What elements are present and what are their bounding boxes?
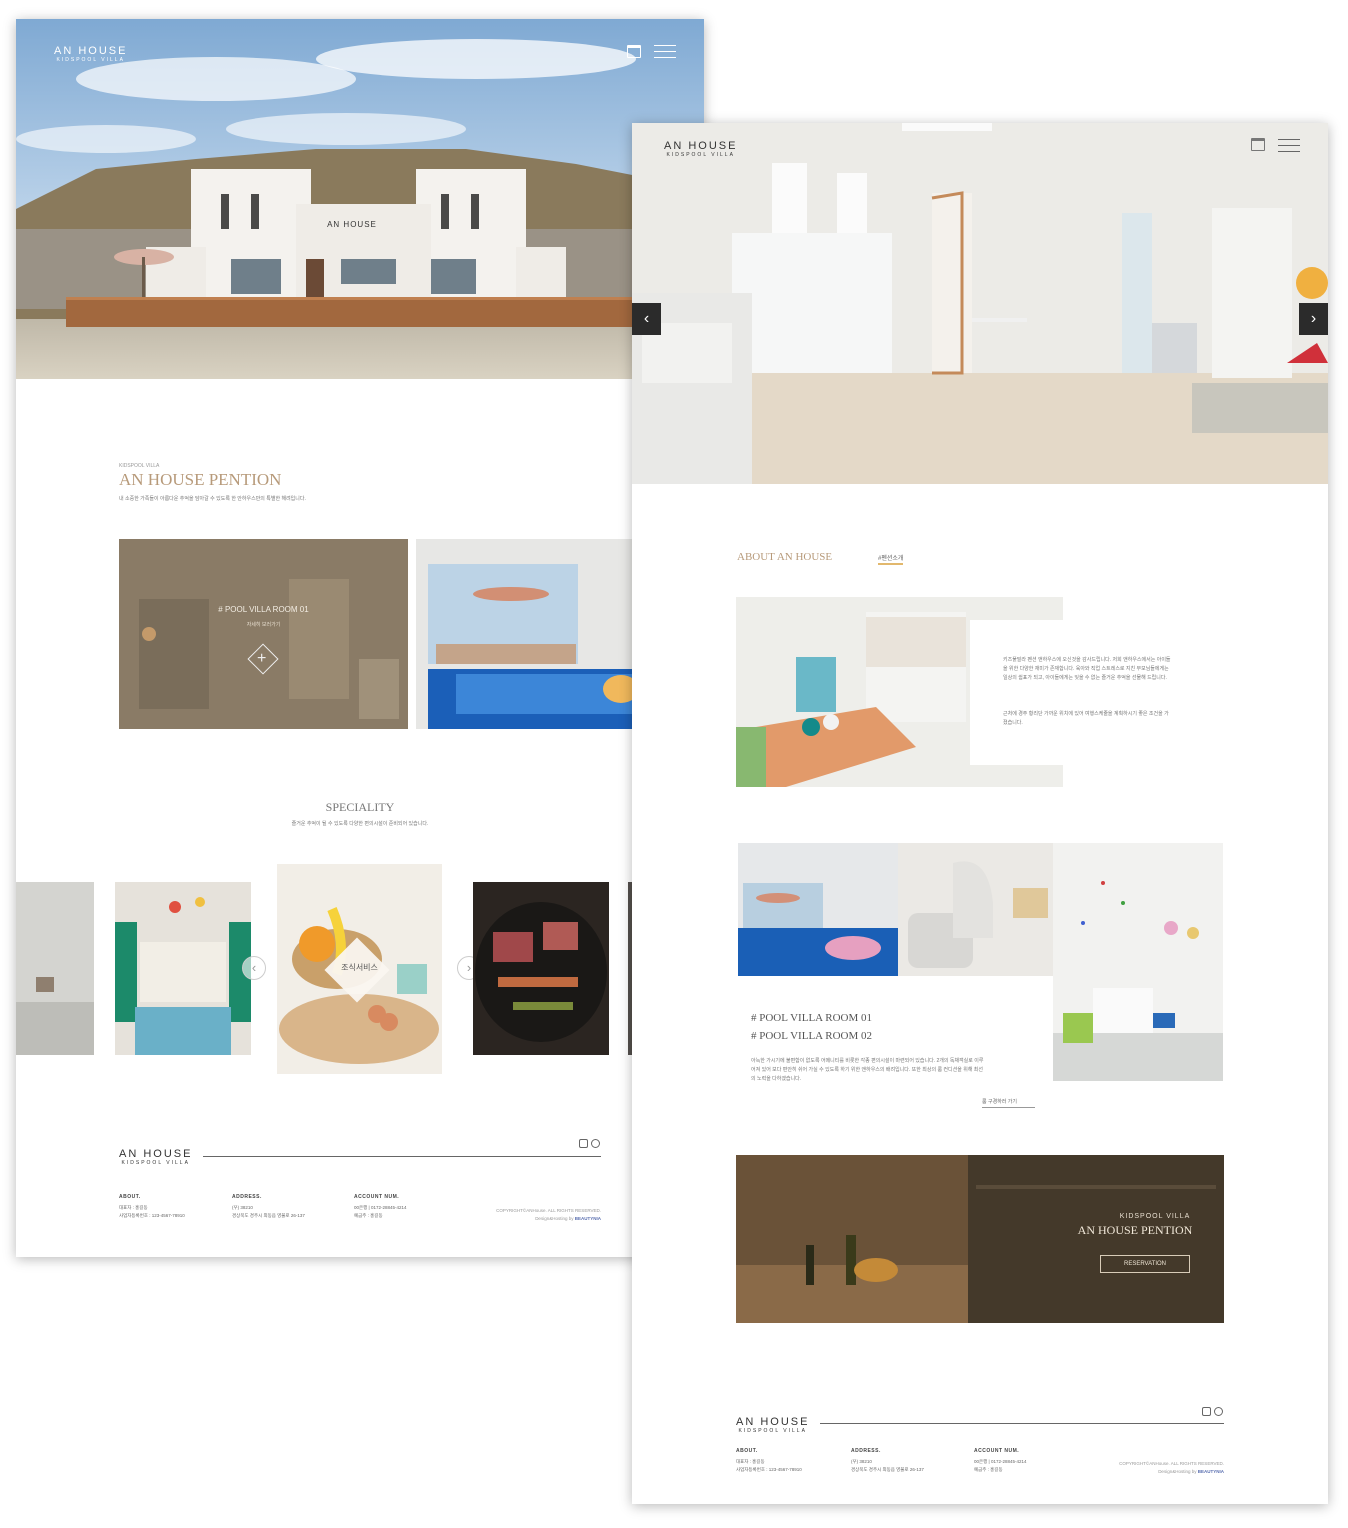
hero-image: AN HOUSE	[16, 19, 704, 379]
main-logo[interactable]: AN HOUSE KIDSPOOL VILLA	[54, 45, 127, 63]
design-brand: BEAUTYNIA	[574, 1216, 601, 1221]
copyright-text: COPYRIGHT©ANHouse. ALL RIGHTS RESERVED.	[496, 1208, 601, 1213]
hero-next-arrow-icon[interactable]: ›	[1299, 303, 1328, 335]
slider-prev-icon[interactable]: ‹	[242, 956, 266, 980]
instagram-icon[interactable]	[1202, 1407, 1211, 1416]
banner-title: AN HOUSE PENTION	[1077, 1223, 1193, 1237]
main-page-screenshot: AN HOUSE AN HOUSE KIDSPOOL VILLA KIDSPOO…	[16, 19, 704, 1257]
sub-footer-account: ACCOUNT NUM. 00은행 | 0172-28845-4214 예금주 …	[974, 1448, 1027, 1474]
sub-footer-copyright: COPYRIGHT©ANHouse. ALL RIGHTS RESERVED. …	[1056, 1460, 1224, 1476]
about-paragraph-2: 근처에 경주 황리단 가까운 위치에 있어 여행스케줄을 계획하시기 좋은 조건…	[1003, 711, 1169, 726]
speciality-slide-bbq[interactable]	[473, 882, 609, 1055]
footer-about: ABOUT. 대표자 : 홍길동 사업자등록번호 : 123-4567-7891…	[119, 1194, 185, 1220]
sub-footer-logo-tagline: KIDSPOOL VILLA	[738, 1428, 807, 1434]
sub-footer-about: ABOUT. 대표자 : 홍길동 사업자등록번호 : 123-4567-7891…	[736, 1448, 802, 1474]
rooms-more-link[interactable]: 룸 구경하러 가기	[982, 1098, 1035, 1108]
footer-account-line: 00은행 | 0172-28845-4214	[354, 1205, 407, 1210]
about-paragraph-1: 키즈풀빌라 펜션 앤하우스에 오신것을 감사드립니다. 저희 앤하우스에서는 아…	[1003, 657, 1171, 681]
facebook-icon[interactable]	[1214, 1407, 1223, 1416]
footer-about-line: 사업자등록번호 : 123-4567-78910	[119, 1213, 185, 1218]
footer-address-line: 경상북도 경주시 외동읍 영불로 26-137	[232, 1213, 305, 1218]
copyright-text: COPYRIGHT©ANHouse. ALL RIGHTS RESERVED.	[1119, 1461, 1224, 1466]
room-card-photo	[119, 539, 408, 729]
about-text-card: 키즈풀빌라 펜션 앤하우스에 오신것을 감사드립니다. 저희 앤하우스에서는 아…	[970, 620, 1192, 765]
logo-tagline: KIDSPOOL VILLA	[56, 57, 125, 63]
sub-footer-logo-text: AN HOUSE	[736, 1416, 810, 1428]
speciality-desc: 즐거운 추억이 될 수 있도록 다양한 편의시설이 준비되어 있습니다.	[291, 821, 429, 827]
sub-footer-divider	[820, 1423, 1224, 1424]
kitchen-appliance-photo	[898, 843, 1053, 976]
speciality-title: SPECIALITY	[325, 800, 395, 814]
speciality-slide-kids-room[interactable]	[115, 882, 251, 1055]
plus-icon: +	[257, 650, 267, 667]
footer-account-line: 예금주 : 홍길동	[974, 1467, 1003, 1472]
room-link-1[interactable]: # POOL VILLA ROOM 01	[751, 1012, 872, 1024]
hero-house-illustration: AN HOUSE	[16, 19, 704, 379]
menu-icon[interactable]	[1278, 139, 1300, 157]
design-credit: Design&Hosting by	[1158, 1469, 1197, 1474]
about-tag[interactable]: #펜션소개	[878, 553, 904, 565]
footer-address-line: 경상북도 경주시 외동읍 영불로 26-137	[851, 1467, 924, 1472]
sub-logo[interactable]: AN HOUSE KIDSPOOL VILLA	[664, 140, 737, 158]
calendar-icon[interactable]	[627, 45, 641, 58]
footer-address-title: ADDRESS.	[232, 1194, 262, 1200]
instagram-icon[interactable]	[579, 1139, 588, 1148]
facebook-icon[interactable]	[591, 1139, 600, 1148]
room-card-link[interactable]: 자세히 보러가기	[119, 621, 408, 628]
calendar-icon[interactable]	[1251, 138, 1265, 151]
reservation-button[interactable]: RESERVATION	[1100, 1255, 1190, 1273]
design-brand: BEAUTYNIA	[1197, 1469, 1224, 1474]
footer-about-line: 대표자 : 홍길동	[736, 1459, 765, 1464]
banner-kicker: KIDSPOOL VILLA	[1119, 1213, 1191, 1220]
footer-account-title: ACCOUNT NUM.	[974, 1448, 1020, 1454]
svg-text:AN HOUSE: AN HOUSE	[327, 220, 377, 229]
footer-divider	[203, 1156, 601, 1157]
footer-about-title: ABOUT.	[119, 1194, 141, 1200]
footer-logo-tagline: KIDSPOOL VILLA	[121, 1160, 190, 1166]
footer-address-line: (우) 38210	[232, 1205, 253, 1210]
room-link-2[interactable]: # POOL VILLA ROOM 02	[751, 1030, 872, 1042]
design-credit: Design&Hosting by	[535, 1216, 574, 1221]
footer-account: ACCOUNT NUM. 00은행 | 0172-28845-4214 예금주 …	[354, 1194, 407, 1220]
sub-page-screenshot: AN HOUSE KIDSPOOL VILLA ‹ › ABOUT AN HOU…	[632, 123, 1328, 1504]
speciality-slide-breakfast[interactable]: 조식서비스	[277, 864, 442, 1074]
sub-footer-logo[interactable]: AN HOUSE KIDSPOOL VILLA	[736, 1416, 809, 1434]
footer-copyright: COPYRIGHT©ANHouse. ALL RIGHTS RESERVED. …	[436, 1207, 601, 1223]
hero-prev-arrow-icon[interactable]: ‹	[632, 303, 661, 335]
rooms-description: 아늑한 가시기에 불편함이 없도록 어메니티를 비롯한 각종 편의시설이 마련되…	[751, 1058, 984, 1082]
footer-about-line: 대표자 : 홍길동	[119, 1205, 148, 1210]
play-wall-photo	[1053, 843, 1223, 1081]
footer-address: ADDRESS. (우) 38210 경상북도 경주시 외동읍 영불로 26-1…	[232, 1194, 305, 1220]
footer-about-line: 사업자등록번호 : 123-4567-78910	[736, 1467, 802, 1472]
footer-account-line: 00은행 | 0172-28845-4214	[974, 1459, 1027, 1464]
footer-account-line: 예금주 : 홍길동	[354, 1213, 383, 1218]
intro-title: AN HOUSE PENTION	[119, 470, 282, 489]
room-card[interactable]: # POOL VILLA ROOM 01 자세히 보러가기 +	[119, 539, 408, 729]
sub-footer-address: ADDRESS. (우) 38210 경상북도 경주시 외동읍 영불로 26-1…	[851, 1448, 924, 1474]
footer-about-title: ABOUT.	[736, 1448, 758, 1454]
about-title: ABOUT AN HOUSE	[737, 551, 833, 563]
intro-desc: 내 소중한 가족들이 아름다운 추억을 담아갈 수 있도록 한 안하우스만의 특…	[119, 496, 306, 502]
logo-text: AN HOUSE	[54, 45, 128, 57]
interior-hero-image	[632, 123, 1328, 484]
footer-account-title: ACCOUNT NUM.	[354, 1194, 400, 1200]
room-card-title: # POOL VILLA ROOM 01	[218, 605, 309, 614]
reservation-banner	[736, 1155, 1224, 1323]
sub-logo-text: AN HOUSE	[664, 140, 738, 152]
interior-illustration	[632, 123, 1328, 484]
menu-icon[interactable]	[654, 45, 676, 63]
footer-logo[interactable]: AN HOUSE KIDSPOOL VILLA	[119, 1148, 192, 1166]
sub-logo-tagline: KIDSPOOL VILLA	[666, 152, 735, 158]
pool-room-photo	[738, 843, 898, 976]
footer-address-title: ADDRESS.	[851, 1448, 881, 1454]
speciality-slide-playroom-partial	[16, 882, 94, 1055]
footer-address-line: (우) 38210	[851, 1459, 872, 1464]
breakfast-label: 조식서비스	[341, 963, 378, 972]
footer-logo-text: AN HOUSE	[119, 1148, 193, 1160]
